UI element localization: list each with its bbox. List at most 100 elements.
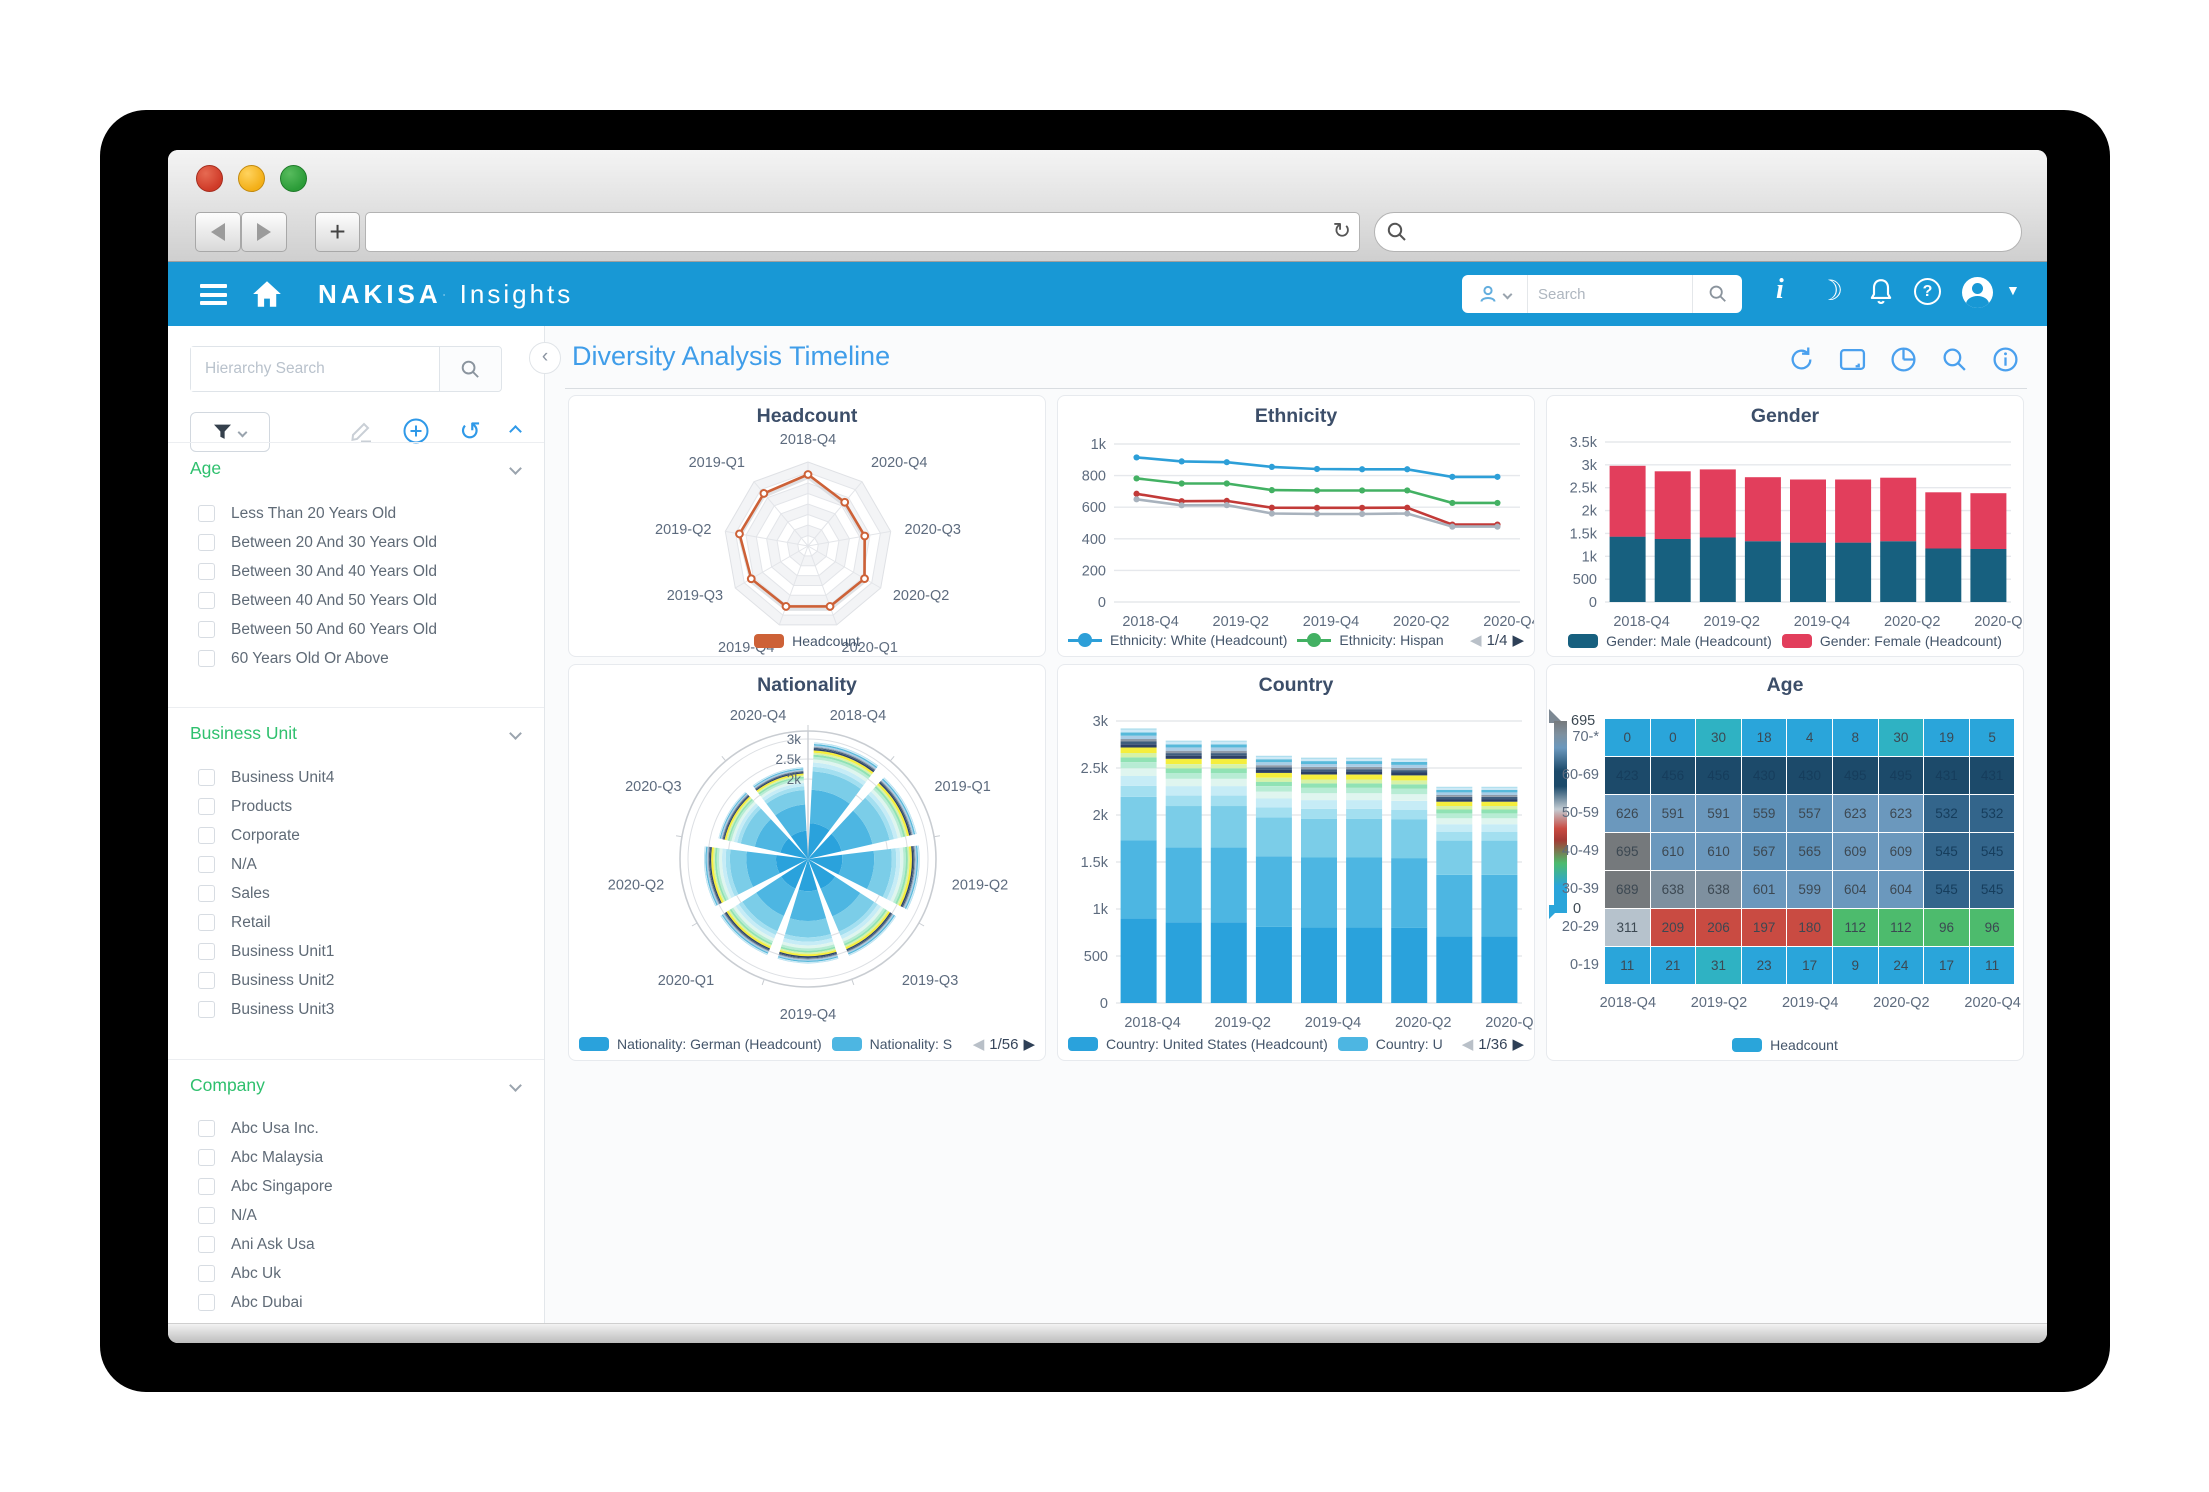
checkbox[interactable] — [198, 827, 215, 844]
heatmap-cell[interactable]: 4 — [1787, 719, 1832, 756]
heatmap-cell[interactable]: 532 — [1970, 795, 2015, 832]
heatmap-cell[interactable]: 604 — [1833, 871, 1878, 908]
close-window-button[interactable] — [196, 165, 223, 192]
help-icon[interactable]: ? — [1914, 278, 1941, 305]
legend-item[interactable]: Ethnicity: Hispan — [1297, 632, 1443, 648]
heatmap-cell[interactable]: 456 — [1696, 757, 1741, 794]
new-tab-button[interactable]: + — [315, 212, 360, 252]
menu-icon[interactable] — [200, 284, 227, 310]
heatmap-cell[interactable]: 5 — [1970, 719, 2015, 756]
reload-icon[interactable]: ↻ — [1333, 218, 1351, 244]
heatmap-cell[interactable]: 0 — [1605, 719, 1650, 756]
heatmap-cell[interactable]: 23 — [1742, 947, 1787, 984]
heatmap-cell[interactable]: 610 — [1696, 833, 1741, 870]
checkbox[interactable] — [198, 943, 215, 960]
filter-section-company[interactable]: Company — [190, 1075, 520, 1096]
heatmap-cell[interactable]: 557 — [1787, 795, 1832, 832]
edit-pencil-icon[interactable] — [349, 419, 373, 443]
info-circle-icon[interactable] — [1992, 346, 2019, 373]
legend-item[interactable]: Nationality: S — [832, 1036, 952, 1052]
heatmap-cell[interactable]: 604 — [1879, 871, 1924, 908]
heatmap-cell[interactable]: 609 — [1833, 833, 1878, 870]
search-scope-dropdown[interactable] — [1462, 275, 1528, 313]
checkbox[interactable] — [198, 1294, 215, 1311]
filter-section-business-unit[interactable]: Business Unit — [190, 723, 520, 744]
checkbox[interactable] — [198, 885, 215, 902]
checkbox[interactable] — [198, 769, 215, 786]
filter-dropdown-button[interactable] — [190, 412, 270, 452]
heatmap-cell[interactable]: 545 — [1970, 871, 2015, 908]
heatmap-cell[interactable]: 206 — [1696, 909, 1741, 946]
checkbox[interactable] — [198, 1207, 215, 1224]
filter-section-age[interactable]: Age — [190, 458, 520, 479]
heatmap-cell[interactable]: 591 — [1651, 795, 1696, 832]
heatmap-cell[interactable]: 431 — [1924, 757, 1969, 794]
checkbox[interactable] — [198, 650, 215, 667]
heatmap-cell[interactable]: 626 — [1605, 795, 1650, 832]
sidebar-collapse-button[interactable]: ‹ — [529, 342, 561, 374]
heatmap-cell[interactable]: 17 — [1924, 947, 1969, 984]
heatmap-cell[interactable]: 638 — [1696, 871, 1741, 908]
profile-caret-icon[interactable]: ▼ — [2006, 282, 2020, 298]
checkbox[interactable] — [198, 972, 215, 989]
reset-icon[interactable]: ↺ — [459, 419, 481, 443]
heatmap-cell[interactable]: 545 — [1924, 833, 1969, 870]
notifications-bell-icon[interactable] — [1868, 278, 1894, 306]
checkbox[interactable] — [198, 856, 215, 873]
heatmap-cell[interactable]: 456 — [1651, 757, 1696, 794]
address-bar[interactable]: ↻ — [365, 212, 1360, 252]
heatmap-cell[interactable]: 18 — [1742, 719, 1787, 756]
legend-item[interactable]: Headcount — [754, 633, 860, 649]
heatmap-cell[interactable]: 545 — [1924, 871, 1969, 908]
browser-search-input[interactable] — [1415, 213, 2005, 251]
legend-prev-icon[interactable]: ◀ — [1462, 1035, 1474, 1053]
home-icon[interactable] — [252, 279, 282, 309]
heatmap-cell[interactable]: 623 — [1879, 795, 1924, 832]
checkbox[interactable] — [198, 1149, 215, 1166]
forward-button[interactable] — [241, 212, 287, 252]
heatmap-cell[interactable]: 695 — [1605, 833, 1650, 870]
global-search-input[interactable] — [1528, 286, 1692, 303]
heatmap-cell[interactable]: 689 — [1605, 871, 1650, 908]
heatmap-cell[interactable]: 311 — [1605, 909, 1650, 946]
heatmap-cell[interactable]: 609 — [1879, 833, 1924, 870]
heatmap-cell[interactable]: 567 — [1742, 833, 1787, 870]
checkbox[interactable] — [198, 914, 215, 931]
heatmap-cell[interactable]: 430 — [1742, 757, 1787, 794]
heatmap-cell[interactable]: 21 — [1651, 947, 1696, 984]
hierarchy-search-button[interactable] — [439, 347, 501, 391]
checkbox[interactable] — [198, 1265, 215, 1282]
heatmap-cell[interactable]: 532 — [1924, 795, 1969, 832]
heatmap-cell[interactable]: 11 — [1605, 947, 1650, 984]
heatmap-cell[interactable]: 8 — [1833, 719, 1878, 756]
legend-item[interactable]: Gender: Female (Headcount) — [1782, 633, 2002, 649]
zoom-window-button[interactable] — [280, 165, 307, 192]
heatmap-cell[interactable]: 96 — [1970, 909, 2015, 946]
browser-search-bar[interactable] — [1374, 212, 2022, 252]
legend-next-icon[interactable]: ▶ — [1023, 1035, 1035, 1053]
heatmap-cell[interactable]: 431 — [1970, 757, 2015, 794]
heatmap-cell[interactable]: 112 — [1833, 909, 1878, 946]
checkbox[interactable] — [198, 563, 215, 580]
legend-item[interactable]: Nationality: German (Headcount) — [579, 1036, 822, 1052]
checkbox[interactable] — [198, 1120, 215, 1137]
heatmap-cell[interactable]: 495 — [1833, 757, 1878, 794]
user-avatar[interactable] — [1962, 277, 1993, 308]
checkbox[interactable] — [198, 592, 215, 609]
heatmap-cell[interactable]: 30 — [1696, 719, 1741, 756]
global-search-button[interactable] — [1692, 275, 1742, 313]
hierarchy-search[interactable] — [190, 346, 502, 392]
heatmap-cell[interactable]: 19 — [1924, 719, 1969, 756]
heatmap-cell[interactable]: 24 — [1879, 947, 1924, 984]
legend-item[interactable]: Ethnicity: White (Headcount) — [1068, 632, 1287, 648]
heatmap-cell[interactable]: 11 — [1970, 947, 2015, 984]
heatmap-cell[interactable]: 559 — [1742, 795, 1787, 832]
legend-item[interactable]: Headcount — [1732, 1037, 1838, 1053]
checkbox[interactable] — [198, 505, 215, 522]
heatmap-cell[interactable]: 610 — [1651, 833, 1696, 870]
checkbox[interactable] — [198, 1236, 215, 1253]
zoom-search-icon[interactable] — [1941, 346, 1968, 373]
checkbox[interactable] — [198, 798, 215, 815]
heatmap-cell[interactable]: 17 — [1787, 947, 1832, 984]
pie-chart-icon[interactable] — [1890, 346, 1917, 373]
